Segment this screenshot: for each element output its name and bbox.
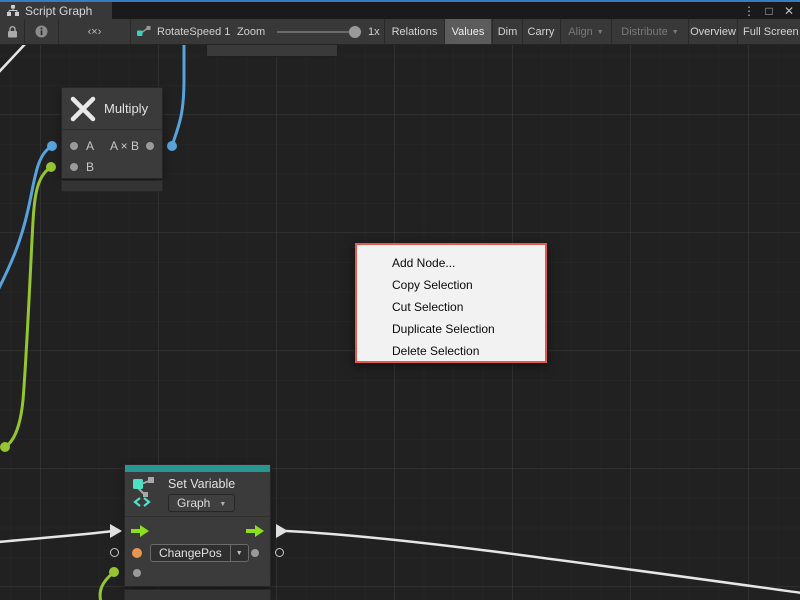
multiply-node-footer [62,181,162,191]
script-graph-window: Script Graph ⋮ □ ✕ ‹×› [0,0,800,600]
variable-output-port[interactable] [251,549,259,557]
variable-name-label: ChangePos [151,546,230,560]
chevron-down-icon: ▼ [597,29,604,36]
chevron-down-icon[interactable]: ▼ [230,545,248,561]
wire-green-short[interactable] [100,573,113,600]
set-variable-icon [133,477,159,507]
multiply-node-header[interactable]: Multiply [62,88,162,130]
window-controls: ⋮ □ ✕ [742,2,796,19]
zoom-slider-knob[interactable] [349,26,361,38]
wire-endpoint-blue[interactable] [47,141,57,151]
tab-script-graph[interactable]: Script Graph [0,2,112,19]
set-variable-node[interactable]: Set Variable Graph ▼ [125,465,270,600]
variable-input-port[interactable] [132,548,142,558]
graph-canvas[interactable]: Multiply A A × B B [0,45,800,600]
wire-white-output[interactable] [286,531,800,593]
zoom-value: 1x [368,19,380,44]
clipped-node[interactable] [207,45,337,56]
menu-item-duplicate-selection[interactable]: Duplicate Selection [357,318,545,340]
align-dropdown[interactable]: Align ▼ [561,19,611,44]
graph-tab-icon [7,5,19,16]
focus-accent-line [0,0,800,2]
multiply-icon [70,96,96,122]
output-port-axb[interactable] [146,142,154,150]
flow-in-triangle[interactable] [110,524,122,538]
titlebar: Script Graph ⋮ □ ✕ [0,0,800,19]
input-port-a[interactable] [70,142,78,150]
menu-item-delete-selection[interactable]: Delete Selection [357,340,545,362]
flow-in-arrow[interactable] [131,525,149,537]
set-variable-accent-bar [125,465,270,472]
maximize-icon[interactable]: □ [762,4,776,18]
code-view-button[interactable]: ‹×› [59,19,130,44]
lock-icon [7,26,18,38]
multiply-node[interactable]: Multiply A A × B B [62,88,162,191]
set-variable-header[interactable]: Set Variable Graph ▼ [125,472,270,517]
relations-button[interactable]: Relations [386,19,443,44]
lock-button[interactable] [0,19,24,44]
scope-label: Graph [177,496,210,510]
distribute-dropdown[interactable]: Distribute ▼ [612,19,688,44]
empty-port-ring-right[interactable] [275,548,284,557]
zoom-label: Zoom [237,19,265,44]
fullscreen-button[interactable]: Full Screen [738,19,800,44]
set-variable-body: ChangePos ▼ [125,517,270,586]
port-row-b: B [62,156,162,177]
wire-endpoint-blue[interactable] [167,141,177,151]
tab-label: Script Graph [25,4,92,18]
toolbar: ‹×› RotateSpeed 1 Zoom 1x Relations Valu… [0,19,800,45]
graph-breadcrumb[interactable]: RotateSpeed 1 [137,19,230,44]
graph-name-label: RotateSpeed 1 [157,26,230,38]
menu-item-copy-selection[interactable]: Copy Selection [357,274,545,296]
wire-white-input[interactable] [0,531,114,542]
variable-name-dropdown[interactable]: ChangePos ▼ [150,544,249,562]
flow-out-arrow[interactable] [246,525,264,537]
toolbar-separator [384,19,385,44]
distribute-label: Distribute [621,26,667,38]
dim-button[interactable]: Dim [493,19,522,44]
multiply-node-body: A A × B B [62,130,162,178]
menu-item-cut-selection[interactable]: Cut Selection [357,296,545,318]
chevron-down-icon: ▼ [672,29,679,36]
close-icon[interactable]: ✕ [782,4,796,18]
wire-endpoint-green[interactable] [109,567,119,577]
context-menu: Add Node... Copy Selection Cut Selection… [355,243,547,363]
chevron-down-icon: ▼ [219,501,226,508]
carry-button[interactable]: Carry [523,19,559,44]
overview-button[interactable]: Overview [689,19,737,44]
more-menu-icon[interactable]: ⋮ [742,4,756,18]
variable-scope-dropdown[interactable]: Graph ▼ [168,494,235,512]
values-button[interactable]: Values [445,19,491,44]
code-view-icon: ‹×› [88,26,102,38]
value-input-port[interactable] [133,569,141,577]
wire-white-topleft[interactable] [0,45,27,73]
flow-out-triangle[interactable] [276,524,288,538]
port-b-label: B [86,160,94,174]
info-icon [35,25,48,38]
multiply-node-title: Multiply [104,101,148,116]
port-a-label: A [86,139,94,153]
align-label: Align [568,26,592,38]
wire-blue-input[interactable] [0,146,52,298]
menu-item-add-node[interactable]: Add Node... [357,252,545,274]
set-variable-title: Set Variable [168,477,235,491]
empty-port-ring-left[interactable] [110,548,119,557]
set-variable-footer [125,590,270,600]
wire-blue-output[interactable] [172,45,184,146]
wire-endpoint-green[interactable] [0,442,10,452]
wire-endpoint-green[interactable] [46,162,56,172]
info-button[interactable] [25,19,58,44]
toolbar-separator [130,19,131,44]
graph-node-icon [137,26,151,37]
port-row-a: A A × B [62,135,162,156]
port-out-label: A × B [110,139,139,153]
input-port-b[interactable] [70,163,78,171]
